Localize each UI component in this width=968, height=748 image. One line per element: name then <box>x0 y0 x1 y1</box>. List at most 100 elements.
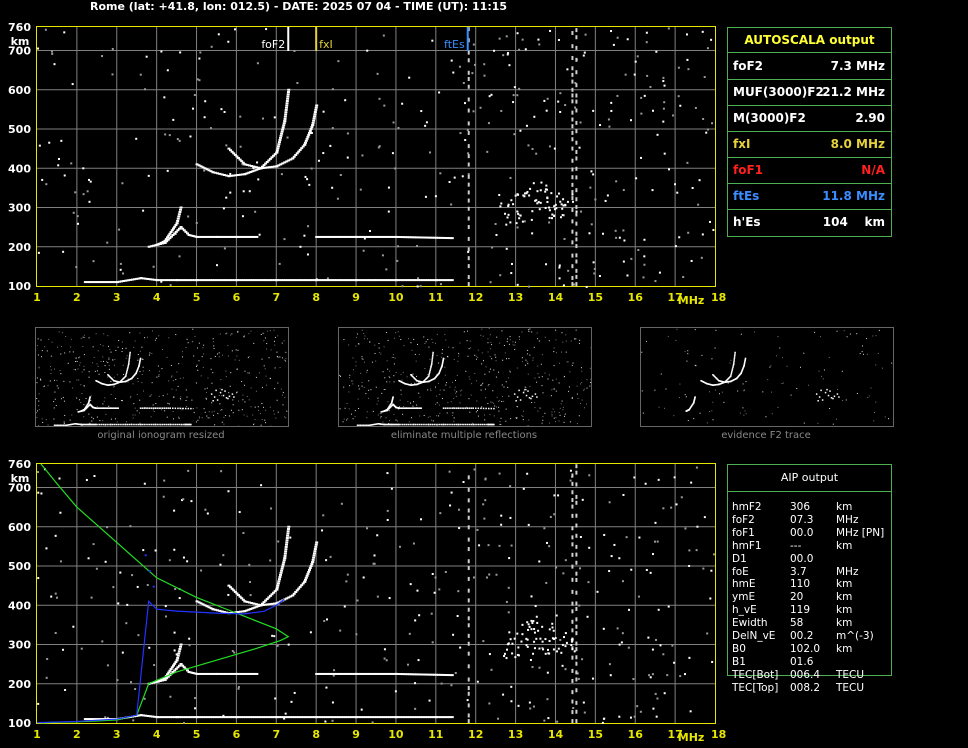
noise-point <box>533 115 536 118</box>
trace-point <box>532 182 535 185</box>
noise-point <box>287 643 290 646</box>
interference-streak <box>467 677 470 682</box>
noise-point <box>642 276 645 279</box>
thumb-noise-point <box>250 330 252 332</box>
thumb-noise-point <box>91 416 93 418</box>
thumb-noise-point <box>241 409 243 411</box>
thumb-noise-point <box>389 381 391 383</box>
thumb-noise-point <box>515 417 517 419</box>
thumb-noise-point <box>427 339 429 341</box>
trace-point <box>539 637 542 640</box>
noise-point <box>356 599 359 602</box>
noise-point <box>386 472 389 475</box>
thumb-noise-point <box>363 338 365 340</box>
noise-point <box>558 277 561 280</box>
thumb-noise-point <box>553 417 555 419</box>
trace-point <box>275 586 279 589</box>
thumb-trace-point <box>174 407 177 410</box>
thumb-noise-point <box>109 349 111 351</box>
noise-point <box>670 506 673 509</box>
autoscala-row: ftEs 11.8 MHz <box>728 183 891 210</box>
thumb-trace-point <box>465 423 467 426</box>
noise-point <box>261 117 264 120</box>
thumb-trace-point <box>167 423 170 426</box>
thumb-noise-point <box>168 380 170 382</box>
autoscala-row: MUF(3000)F2 21.2 MHz <box>728 79 891 106</box>
interference-streak <box>575 500 578 505</box>
thumb-noise-point <box>694 364 696 366</box>
interference-streak <box>575 244 578 249</box>
thumb-noise-point <box>230 372 232 374</box>
noise-point <box>608 570 611 573</box>
thumb-noise-point <box>660 373 662 375</box>
noise-point <box>222 554 225 557</box>
noise-point <box>278 262 281 265</box>
thumb-noise-point <box>398 335 400 337</box>
thumb-noise-point <box>495 406 497 408</box>
trace-point <box>304 578 308 581</box>
thumb-trace-point <box>433 423 435 426</box>
thumb-noise-point <box>73 369 75 371</box>
interference-streak <box>467 651 470 656</box>
noise-point <box>671 644 674 647</box>
interference-streak <box>467 216 470 221</box>
thumb-noise-point <box>446 355 448 357</box>
thumb-noise-point <box>721 391 723 393</box>
thumb-noise-point <box>228 392 230 394</box>
interference-streak <box>467 182 470 187</box>
interference-streak <box>571 130 574 135</box>
noise-point <box>383 648 386 651</box>
thumb-noise-point <box>821 375 823 377</box>
x-tick-label: 3 <box>113 728 121 741</box>
thumb-noise-point <box>185 399 187 401</box>
noise-point <box>711 122 714 125</box>
thumb-noise-point <box>266 343 268 345</box>
trace-point <box>517 193 520 196</box>
thumb-trace-point <box>169 423 171 426</box>
thumb-noise-point <box>413 338 415 340</box>
thumb-noise-point <box>386 360 388 362</box>
thumb-trace-point <box>734 353 736 355</box>
thumb-noise-point <box>366 371 368 373</box>
y-tick-label: 200 <box>8 678 31 691</box>
trace-point <box>571 640 574 643</box>
noise-point <box>392 121 395 124</box>
trace-point <box>545 184 548 187</box>
thumb-noise-point <box>459 342 461 344</box>
thumb-noise-point <box>495 356 497 358</box>
thumb-trace-point <box>437 423 439 426</box>
noise-point <box>118 228 121 231</box>
thumb-noise-point <box>395 332 397 334</box>
thumb-noise-point <box>544 336 546 338</box>
thumb-noise-point <box>888 418 890 420</box>
noise-point <box>502 54 505 57</box>
thumb-trace-point <box>165 423 168 426</box>
thumb-noise-point <box>519 338 521 340</box>
thumb-noise-point <box>548 340 550 342</box>
thumb-noise-point <box>419 415 421 417</box>
thumb-noise-point <box>481 406 483 408</box>
thumb-noise-point <box>380 413 382 415</box>
noise-point <box>82 193 85 196</box>
noise-point <box>653 540 656 543</box>
thumb-trace-point <box>431 357 434 360</box>
trace-point <box>294 154 298 157</box>
interference-streak <box>575 231 578 236</box>
noise-point <box>659 644 662 647</box>
thumb-noise-point <box>488 371 490 373</box>
noise-point <box>59 511 62 514</box>
thumb-trace-point <box>534 393 537 395</box>
aip-value: 110 <box>790 578 811 591</box>
thumb-noise-point <box>427 389 429 391</box>
thumb-noise-point <box>79 362 81 364</box>
noise-point <box>386 509 389 512</box>
autoscala-value: 21.2 MHz <box>822 85 885 99</box>
noise-point <box>508 64 511 67</box>
thumb-trace-point <box>160 423 162 426</box>
noise-point <box>249 594 252 597</box>
thumb-noise-point <box>93 356 95 358</box>
thumb-noise-point <box>227 345 229 347</box>
noise-point <box>578 567 581 570</box>
noise-point <box>701 233 704 236</box>
noise-point <box>502 693 505 696</box>
